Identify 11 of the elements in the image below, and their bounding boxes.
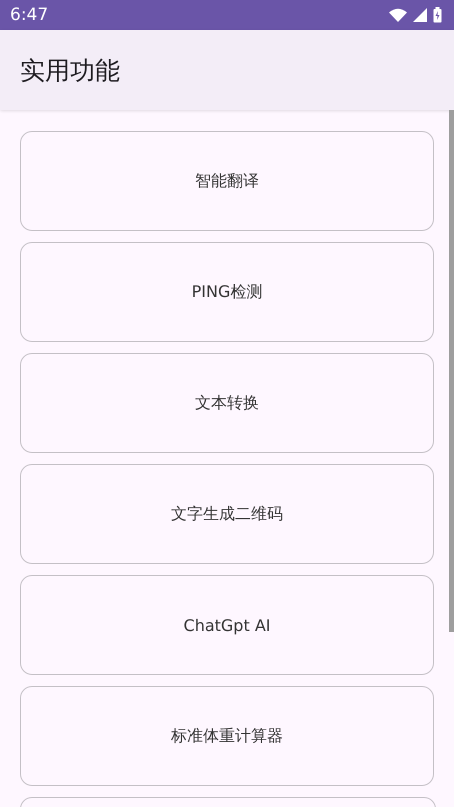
feature-card[interactable]: 文字生成二维码 bbox=[20, 464, 434, 564]
feature-card[interactable]: 智能翻译 bbox=[20, 131, 434, 231]
feature-card[interactable]: 标准体重计算器 bbox=[20, 686, 434, 786]
signal-icon bbox=[413, 8, 427, 22]
feature-card[interactable]: 文本转换 bbox=[20, 353, 434, 453]
app-title: 实用功能 bbox=[20, 54, 120, 86]
battery-icon bbox=[433, 7, 442, 23]
feature-card[interactable]: ChatGpt AI bbox=[20, 575, 434, 675]
wifi-icon bbox=[389, 8, 407, 22]
status-time: 6:47 bbox=[10, 5, 48, 25]
feature-card[interactable]: PING检测 bbox=[20, 242, 434, 342]
